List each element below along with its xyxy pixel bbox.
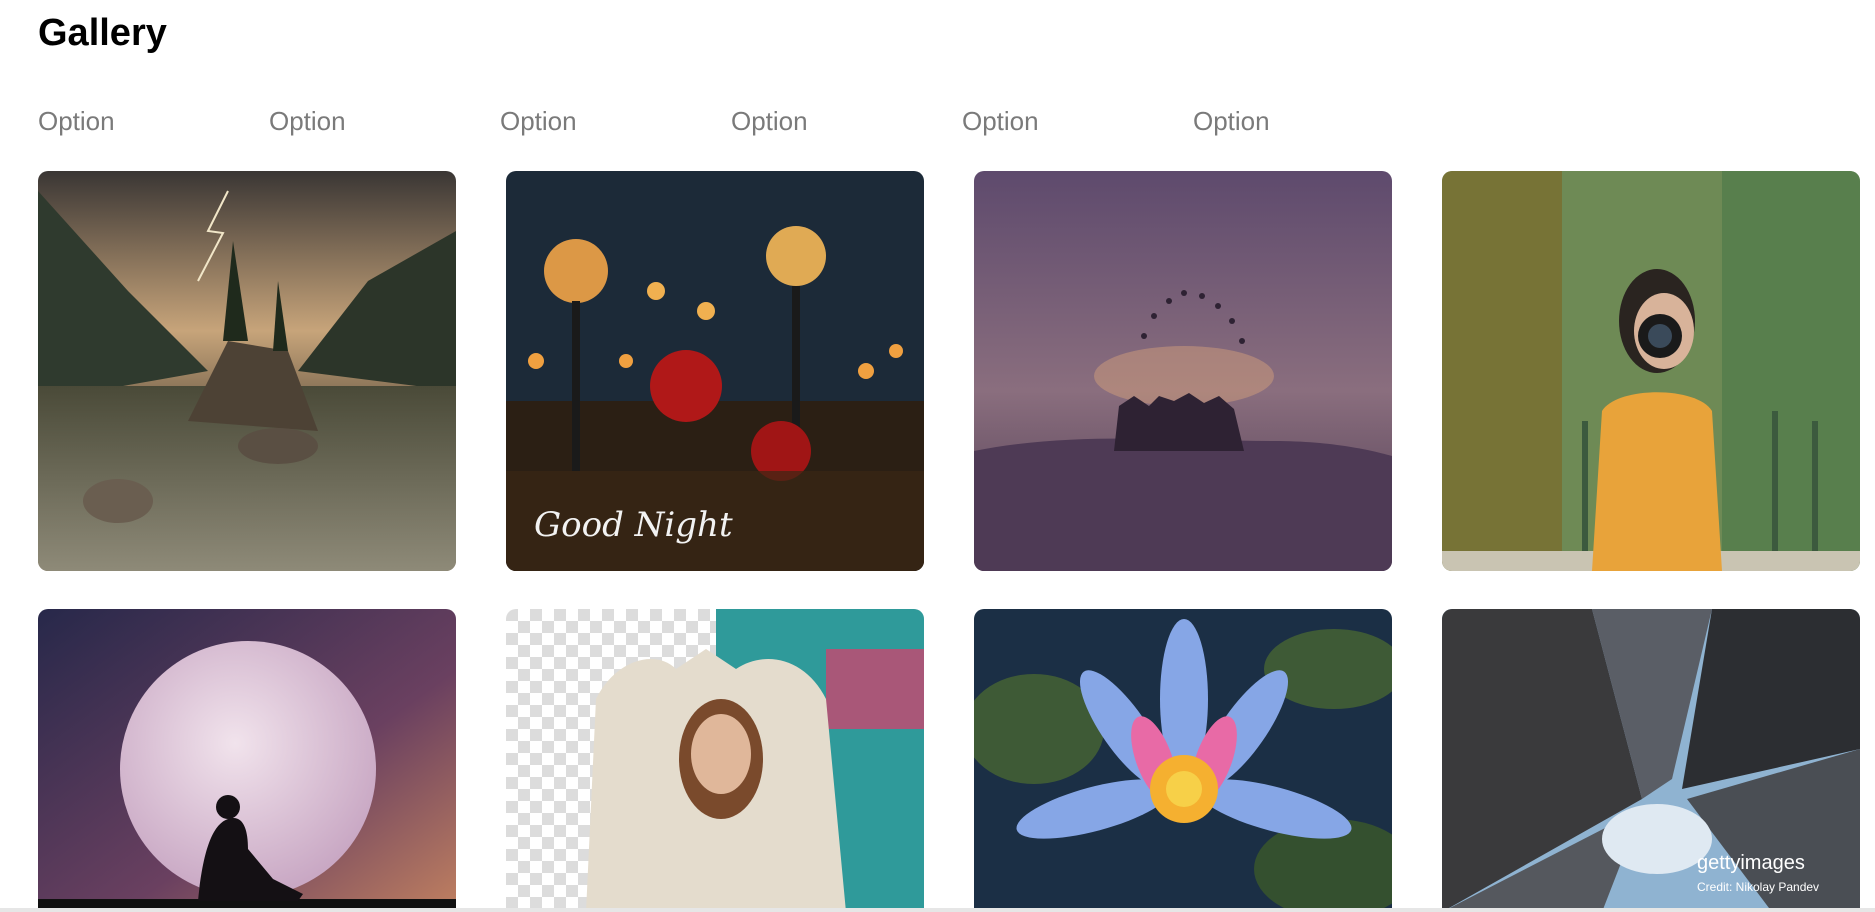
filter-option-3[interactable]: Option: [500, 106, 731, 137]
gallery-image-graduation[interactable]: [974, 171, 1392, 571]
page-title: Gallery: [38, 12, 167, 54]
gallery-image-skyscrapers[interactable]: gettyimages Credit: Nikolay Pandev: [1442, 609, 1860, 912]
gallery-image-moon[interactable]: [38, 609, 456, 912]
gallery-image-good-night[interactable]: Good Night: [506, 171, 924, 571]
good-night-overlay-text: Good Night: [534, 505, 733, 545]
filter-option-6[interactable]: Option: [1193, 106, 1424, 137]
gettyimages-watermark: gettyimages: [1697, 852, 1805, 874]
filter-option-1[interactable]: Option: [38, 106, 269, 137]
filter-option-2[interactable]: Option: [269, 106, 500, 137]
image-credit: Credit: Nikolay Pandev: [1697, 880, 1819, 894]
filter-option-4[interactable]: Option: [731, 106, 962, 137]
filter-option-5[interactable]: Option: [962, 106, 1193, 137]
gallery-image-water-lily[interactable]: [974, 609, 1392, 912]
gallery-image-woman-transparent[interactable]: [506, 609, 924, 912]
horizontal-scrollbar[interactable]: [0, 908, 1875, 912]
gallery-image-mountain-lake[interactable]: [38, 171, 456, 571]
gallery-image-camera-woman[interactable]: [1442, 171, 1860, 571]
filter-options: Option Option Option Option Option Optio…: [38, 106, 1424, 137]
